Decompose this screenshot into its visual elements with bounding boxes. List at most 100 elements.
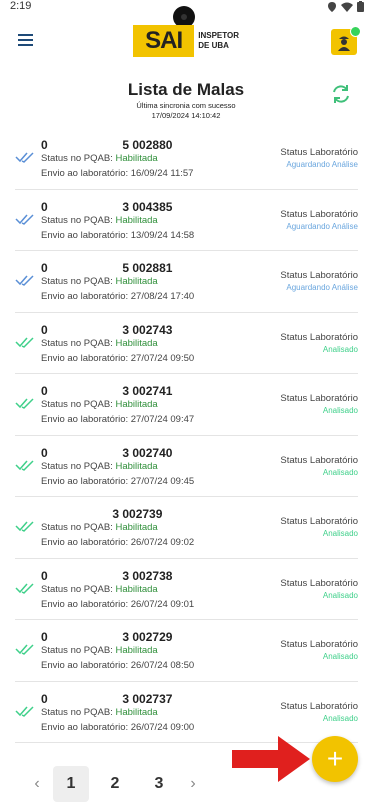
- pagination: ‹ 123 ›: [25, 764, 205, 804]
- pqab-value: Habilitada: [115, 522, 158, 533]
- sync-label: Última sincronia com sucesso: [136, 101, 236, 110]
- pqab-value: Habilitada: [115, 399, 158, 410]
- malas-list: 0 5 002880 Status no PQAB: Habilitada En…: [15, 128, 358, 743]
- pqab-status: Status no PQAB: Habilitada: [41, 215, 158, 226]
- envio-laboratorio: Envio ao laboratório: 26/07/24 09:01: [41, 598, 195, 610]
- list-item[interactable]: 0 5 002880 Status no PQAB: Habilitada En…: [15, 128, 358, 190]
- lab-status-value: Aguardando Análise: [286, 221, 358, 231]
- double-check-icon: [15, 521, 34, 532]
- pqab-value: Habilitada: [115, 214, 158, 226]
- mala-code: 0 3 002741: [41, 384, 172, 398]
- pqab-status: Status no PQAB: Habilitada: [41, 707, 158, 718]
- mala-code: 3 002739: [41, 507, 162, 521]
- inspector-avatar-icon: [338, 36, 350, 51]
- pqab-label: Status no PQAB:: [41, 214, 113, 226]
- logo-text: INSPETOR DE UBA: [198, 31, 239, 51]
- add-button[interactable]: +: [312, 736, 358, 782]
- pqab-status: Status no PQAB: Habilitada: [41, 153, 158, 164]
- mala-code: 0 3 002737: [41, 692, 172, 706]
- page-2-button[interactable]: 2: [97, 766, 133, 802]
- lab-status-value: Analisado: [322, 467, 358, 477]
- hamburger-menu-icon[interactable]: [18, 34, 38, 48]
- double-check-icon: [15, 582, 34, 594]
- mala-code-suffix: 3 002740: [122, 445, 173, 460]
- pqab-status: Status no PQAB: Habilitada: [41, 584, 158, 595]
- mala-code: 0 3 002738: [41, 569, 172, 583]
- lab-status-value: Analisado: [322, 529, 358, 538]
- page-1-button[interactable]: 1: [53, 766, 89, 802]
- page-3-button[interactable]: 3: [141, 766, 177, 802]
- envio-laboratorio: Envio ao laboratório: 27/08/24 17:40: [41, 291, 195, 302]
- red-arrow-icon: [232, 736, 310, 782]
- double-check-icon: [15, 336, 34, 348]
- lab-status-label: Status Laboratório: [280, 393, 358, 404]
- double-check-icon: [15, 213, 34, 225]
- page-title: Lista de Malas: [127, 80, 245, 99]
- mala-code: 0 3 004385: [41, 200, 172, 214]
- sync-time: 17/09/2024 14:10:42: [151, 111, 221, 120]
- mala-code-prefix: 0: [41, 630, 48, 644]
- mala-code-suffix: 3 002729: [122, 630, 173, 644]
- location-icon: [328, 1, 336, 12]
- lab-status-value: Aguardando Análise: [286, 160, 358, 169]
- envio-laboratorio: Envio ao laboratório: 26/07/24 08:50: [41, 660, 195, 671]
- double-check-icon: [15, 459, 34, 471]
- pqab-label: Status no PQAB:: [41, 276, 113, 287]
- mala-code-suffix: 5 002880: [122, 138, 173, 152]
- list-item[interactable]: 0 3 002729 Status no PQAB: Habilitada En…: [15, 620, 358, 682]
- pqab-label: Status no PQAB:: [41, 460, 113, 472]
- chevron-right-icon[interactable]: ›: [181, 775, 205, 793]
- pqab-value: Habilitada: [115, 276, 158, 287]
- mala-code-prefix: 0: [41, 568, 48, 583]
- mala-code-suffix: 3 002743: [122, 322, 173, 337]
- logo-line-1: INSPETOR: [198, 31, 239, 40]
- list-item[interactable]: 3 002739 Status no PQAB: Habilitada Envi…: [15, 497, 358, 559]
- lab-status-label: Status Laboratório: [280, 639, 358, 650]
- pqab-value: Habilitada: [115, 153, 158, 164]
- battery-icon: [357, 1, 364, 12]
- mala-code: 0 3 002729: [41, 630, 172, 644]
- mala-code-prefix: 0: [41, 138, 48, 152]
- mala-code-prefix: 0: [41, 261, 48, 275]
- double-check-icon: [15, 644, 34, 655]
- list-item[interactable]: 0 3 002741 Status no PQAB: Habilitada En…: [15, 374, 358, 436]
- mala-code: 0 5 002880: [41, 138, 172, 152]
- mala-code-prefix: 0: [41, 199, 48, 214]
- pqab-status: Status no PQAB: Habilitada: [41, 338, 158, 349]
- lab-status-label: Status Laboratório: [280, 331, 358, 343]
- double-check-icon: [15, 275, 34, 286]
- lab-status-value: Analisado: [322, 344, 358, 354]
- avatar[interactable]: [331, 26, 361, 55]
- plus-icon: +: [326, 743, 344, 774]
- mala-code-prefix: 0: [41, 445, 48, 460]
- mala-code-prefix: 0: [41, 322, 48, 337]
- list-item[interactable]: 0 5 002881 Status no PQAB: Habilitada En…: [15, 251, 358, 313]
- list-item[interactable]: 0 3 004385 Status no PQAB: Habilitada En…: [15, 190, 358, 251]
- double-check-icon: [15, 152, 34, 163]
- pqab-label: Status no PQAB:: [41, 583, 113, 595]
- envio-laboratorio: Envio ao laboratório: 26/07/24 09:00: [41, 721, 195, 733]
- mala-code-suffix: 3 002738: [122, 568, 173, 583]
- pqab-status: Status no PQAB: Habilitada: [41, 276, 158, 287]
- pqab-label: Status no PQAB:: [41, 153, 113, 164]
- online-status-dot: [350, 26, 361, 37]
- mala-code: 0 3 002743: [41, 323, 172, 337]
- pqab-label: Status no PQAB:: [41, 399, 113, 410]
- mala-code-suffix: 3 002741: [122, 384, 173, 398]
- mala-code-suffix: 3 002739: [112, 507, 163, 521]
- envio-laboratorio: Envio ao laboratório: 27/07/24 09:50: [41, 352, 195, 364]
- pqab-status: Status no PQAB: Habilitada: [41, 461, 158, 472]
- pqab-status: Status no PQAB: Habilitada: [41, 522, 158, 533]
- lab-status-value: Analisado: [322, 713, 358, 723]
- pqab-status: Status no PQAB: Habilitada: [41, 645, 158, 656]
- lab-status-label: Status Laboratório: [280, 454, 358, 466]
- chevron-left-icon[interactable]: ‹: [25, 775, 49, 793]
- refresh-icon[interactable]: [330, 83, 352, 105]
- lab-status-label: Status Laboratório: [280, 700, 358, 712]
- list-item[interactable]: 0 3 002738 Status no PQAB: Habilitada En…: [15, 559, 358, 620]
- list-item[interactable]: 0 3 002743 Status no PQAB: Habilitada En…: [15, 313, 358, 374]
- mala-code-suffix: 3 004385: [122, 199, 173, 214]
- pqab-value: Habilitada: [115, 460, 158, 472]
- pqab-value: Habilitada: [115, 706, 158, 718]
- list-item[interactable]: 0 3 002740 Status no PQAB: Habilitada En…: [15, 436, 358, 497]
